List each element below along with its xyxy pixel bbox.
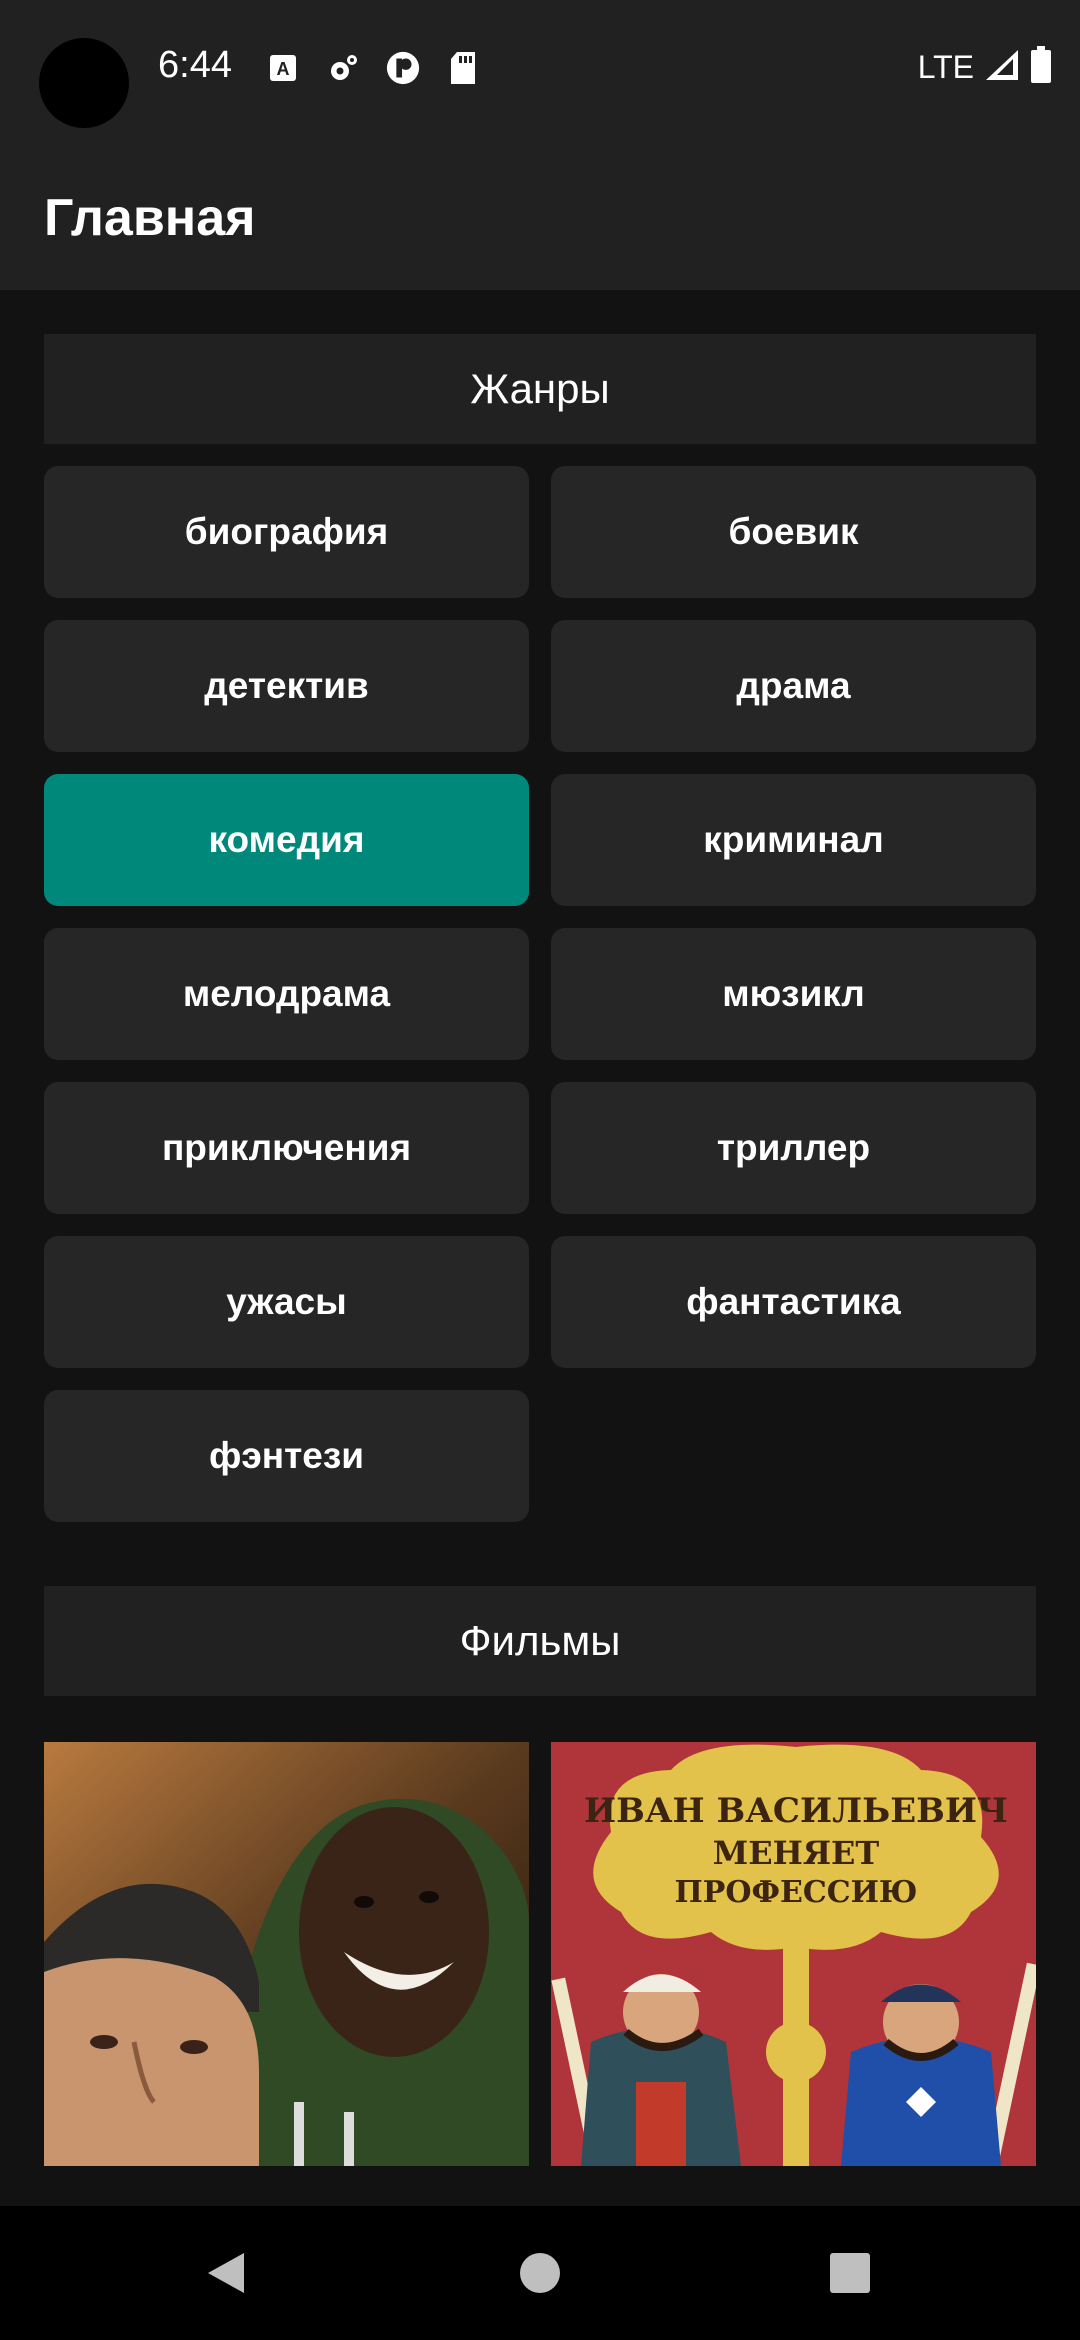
battery-icon (1030, 46, 1052, 89)
genre-button-fantasy[interactable]: фэнтези (44, 1390, 529, 1522)
system-status: LTE (918, 46, 1052, 89)
status-bar: 6:44 A LTE (0, 0, 1080, 140)
a-keyboard-icon: A (265, 50, 301, 86)
genre-button-thriller[interactable]: триллер (551, 1082, 1036, 1214)
film-poster-2[interactable]: ИВАН ВАСИЛЬЕВИЧ МЕНЯЕТ ПРОФЕССИЮ (551, 1742, 1036, 2166)
film-poster-1[interactable] (44, 1742, 529, 2166)
genre-button-action[interactable]: боевик (551, 466, 1036, 598)
cast-icon (385, 50, 421, 86)
recents-icon[interactable] (780, 2206, 920, 2340)
home-icon[interactable] (470, 2206, 610, 2340)
app-bar: Главная (0, 140, 1080, 290)
genre-button-adventure[interactable]: приключения (44, 1082, 529, 1214)
genre-button-detective[interactable]: детектив (44, 620, 529, 752)
genre-button-horror[interactable]: ужасы (44, 1236, 529, 1368)
genre-button-comedy[interactable]: комедия (44, 774, 529, 906)
poster-title-line-2: МЕНЯЕТ (713, 1834, 880, 1872)
films-row: ИВАН ВАСИЛЬЕВИЧ МЕНЯЕТ ПРОФЕССИЮ (44, 1742, 1036, 2166)
camera-cutout (39, 38, 129, 128)
sd-card-icon (445, 50, 481, 86)
genre-button-crime[interactable]: криминал (551, 774, 1036, 906)
poster-title-line-1: ИВАН ВАСИЛЬЕВИЧ (584, 1791, 1008, 1831)
genre-button-drama[interactable]: драма (551, 620, 1036, 752)
status-time: 6:44 (158, 44, 232, 86)
page-title: Главная (44, 189, 256, 247)
genre-button-melodrama[interactable]: мелодрама (44, 928, 529, 1060)
main-content[interactable]: Жанры биография боевик детектив драма ко… (0, 290, 1080, 2206)
svg-text:A: A (277, 59, 290, 79)
genre-grid: биография боевик детектив драма комедия … (44, 466, 1036, 1522)
notification-icons: A (265, 50, 481, 86)
genres-header: Жанры (44, 334, 1036, 444)
back-icon[interactable] (156, 2206, 296, 2340)
poster-title-line-3: ПРОФЕССИЮ (674, 1875, 917, 1910)
gear-icon (325, 50, 361, 86)
films-header: Фильмы (44, 1586, 1036, 1696)
genre-button-scifi[interactable]: фантастика (551, 1236, 1036, 1368)
signal-icon (984, 48, 1020, 87)
genre-button-musical[interactable]: мюзикл (551, 928, 1036, 1060)
network-type: LTE (917, 49, 974, 85)
navigation-bar (0, 2206, 1080, 2340)
genre-button-biography[interactable]: биография (44, 466, 529, 598)
